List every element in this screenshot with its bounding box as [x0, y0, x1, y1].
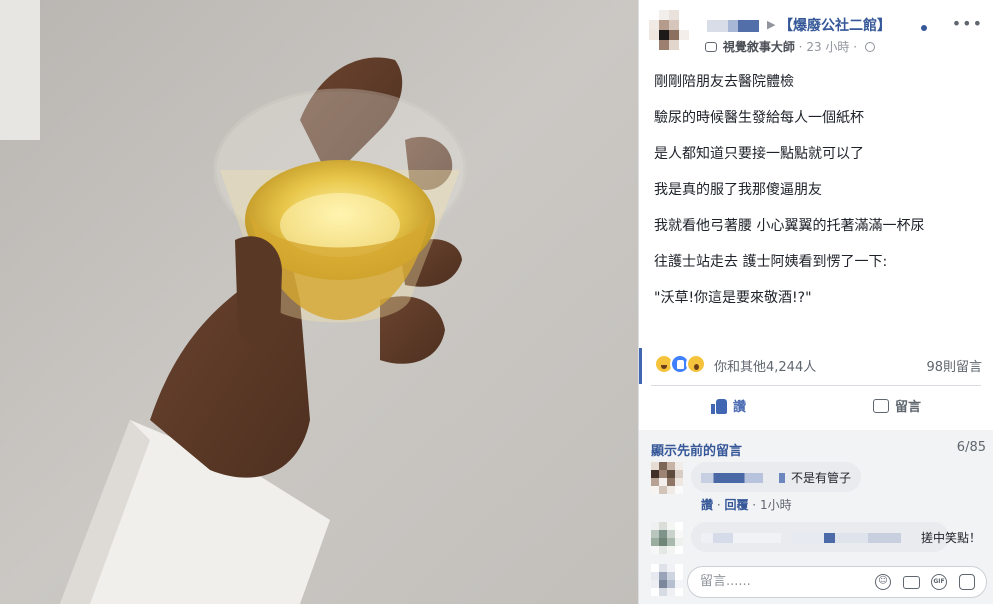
comment-bubble: 不是有管子	[691, 462, 861, 492]
like-label: 讚	[733, 400, 747, 415]
comment-meta: 讚 · 回覆 · 1小時	[701, 498, 792, 512]
member-badge[interactable]: 視覺敘事大師	[723, 40, 795, 54]
meta-separator: ·	[798, 40, 803, 54]
thumbs-up-icon	[711, 398, 727, 414]
post-line: 剛剛陪朋友去醫院體檢	[654, 74, 794, 90]
comment-text: 不是有管子	[791, 471, 852, 485]
post-panel: ▶ 【爆廢公社二館】 ••• 視覺敘事大師 · 23 小時 · 剛剛陪朋友去醫院…	[638, 0, 993, 604]
commenter-avatar[interactable]	[651, 522, 683, 554]
post-line: 我是真的服了我那傻逼朋友	[654, 182, 822, 198]
post-line: 是人都知道只要接一點點就可以了	[654, 146, 864, 162]
poster-avatar[interactable]	[649, 10, 689, 50]
play-arrow-icon: ▶	[767, 18, 776, 31]
comment-input-box[interactable]: ☺ GIF	[687, 566, 987, 598]
post-photo[interactable]	[0, 0, 638, 604]
comment-time[interactable]: 1小時	[760, 498, 792, 512]
reactions-bar: 你和其他4,244人 98則留言	[639, 348, 993, 384]
show-previous-comments-link[interactable]: 顯示先前的留言	[651, 440, 742, 459]
comment-label: 留言	[895, 400, 922, 415]
emoji-icon[interactable]: ☺	[875, 574, 891, 590]
comment-button[interactable]: 留言	[873, 396, 921, 415]
comment-text: 搓中笑點！	[921, 531, 982, 545]
current-user-avatar[interactable]	[651, 564, 683, 596]
name-fragment-blurred	[779, 473, 785, 483]
post-line: 驗尿的時候醫生發給每人一個紙杯	[654, 110, 864, 126]
like-button[interactable]: 讚	[711, 396, 746, 415]
comment-input[interactable]	[700, 574, 850, 589]
post-viewer: ▶ 【爆廢公社二館】 ••• 視覺敘事大師 · 23 小時 · 剛剛陪朋友去醫院…	[0, 0, 993, 604]
meta-separator: ·	[853, 40, 858, 54]
more-icon[interactable]: •••	[952, 14, 983, 33]
comment-count[interactable]: 98則留言	[926, 356, 982, 375]
badge-icon	[705, 42, 717, 52]
post-line: 我就看他弓著腰 小心翼翼的托著滿滿一杯尿	[654, 218, 925, 234]
group-dot-icon	[921, 25, 927, 31]
post-meta: 視覺敘事大師 · 23 小時 ·	[705, 38, 875, 55]
comments-section: 顯示先前的留言 6/85 不是有管子 讚 · 回覆 · 1小時 搓中笑點！ 留言…	[639, 430, 993, 604]
commenter-avatar[interactable]	[651, 462, 683, 494]
comment-bubble-icon	[873, 398, 889, 413]
post-time[interactable]: 23 小時	[806, 40, 849, 54]
reaction-icons[interactable]	[654, 354, 708, 374]
camera-icon[interactable]	[903, 576, 920, 589]
post-line: "沃草!你這是要來敬酒!?"	[654, 290, 812, 306]
post-body: 剛剛陪朋友去醫院體檢 驗尿的時候醫生發給每人一個紙杯 是人都知道只要接一點點就可…	[654, 72, 984, 324]
poster-name-blurred[interactable]	[707, 20, 759, 32]
post-header: ▶ 【爆廢公社二館】 ••• 視覺敘事大師 · 23 小時 ·	[649, 10, 989, 56]
action-bar: 讚 留言	[639, 390, 993, 424]
comment-like-link[interactable]: 讚	[701, 498, 713, 512]
hand-holding-cup-image	[0, 0, 638, 604]
reaction-count[interactable]: 你和其他4,244人	[714, 356, 816, 375]
post-line: 往護士站走去 護士阿姨看到愣了一下:	[654, 254, 888, 270]
group-name-link[interactable]: 【爆廢公社二館】	[779, 15, 891, 35]
gif-icon[interactable]: GIF	[931, 574, 947, 590]
commenter-name-blurred[interactable]	[701, 533, 781, 543]
comment-reply-link[interactable]: 回覆	[724, 498, 748, 512]
wow-reaction-icon	[686, 354, 706, 374]
divider	[651, 385, 981, 386]
comment-input-row: ☺ GIF	[639, 562, 993, 604]
name-fragment-blurred	[791, 533, 901, 543]
sticker-icon[interactable]	[959, 574, 975, 590]
comment-pager: 6/85	[956, 440, 986, 455]
globe-icon	[864, 42, 875, 52]
commenter-name-blurred[interactable]	[701, 473, 763, 483]
comment-bubble: 搓中笑點！	[691, 522, 981, 552]
